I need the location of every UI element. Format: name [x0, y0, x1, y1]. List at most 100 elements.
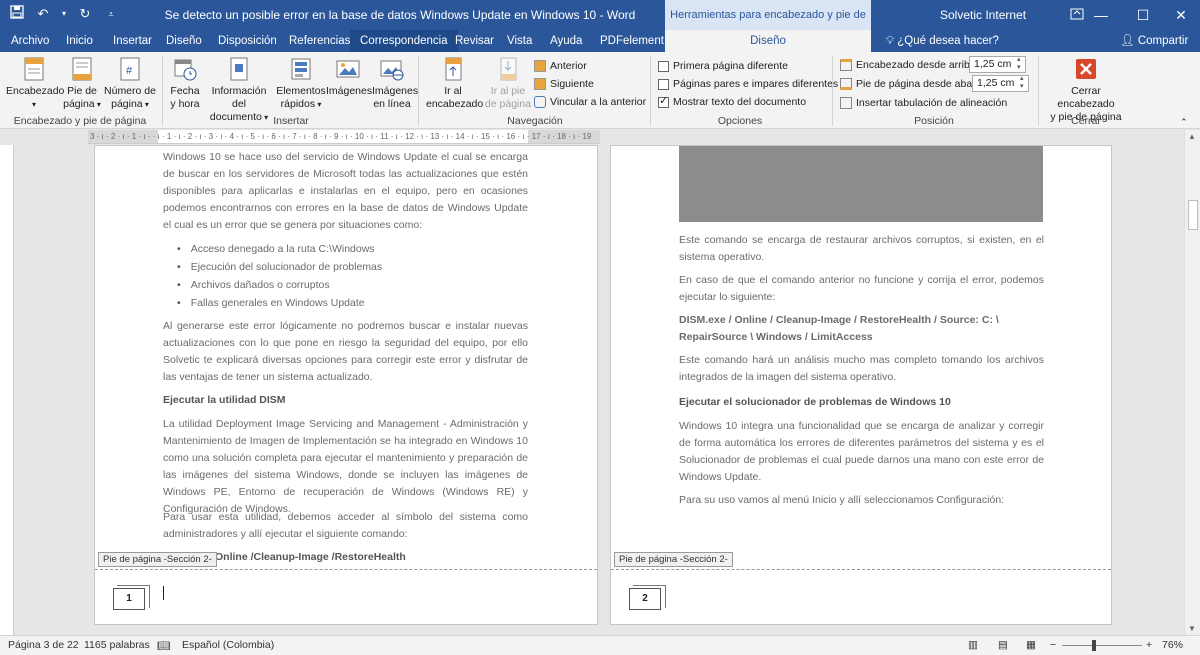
tab-context-diseno[interactable]: Diseño	[665, 30, 871, 52]
quick-parts-button[interactable]: Elementos rápidos ▾	[276, 56, 326, 111]
footer-button[interactable]: Pie de página ▾	[62, 56, 102, 111]
vertical-scrollbar[interactable]: ▲ ▼	[1184, 130, 1200, 635]
page-right[interactable]: Este comando se encarga de restaurar arc…	[610, 145, 1112, 625]
scroll-down-icon[interactable]: ▼	[1188, 624, 1196, 633]
list-item[interactable]: Ejecución del solucionador de problemas	[177, 258, 517, 276]
zoom-slider-thumb[interactable]	[1092, 640, 1096, 651]
minimize-icon[interactable]: —	[1078, 0, 1124, 30]
page-number-box[interactable]: 1	[113, 585, 150, 610]
paragraph[interactable]: En caso de que el comando anterior no fu…	[679, 272, 1044, 306]
tab-referencias[interactable]: Referencias	[289, 30, 350, 52]
tab-archivo[interactable]: Archivo	[11, 30, 49, 52]
go-to-footer-button[interactable]: Ir al pie de página	[484, 56, 532, 111]
alignment-tab-icon	[840, 97, 852, 109]
show-document-text-checkbox[interactable]: Mostrar texto del documento	[658, 94, 806, 110]
page-number-button[interactable]: # Número de página ▾	[104, 56, 156, 111]
next-label: Siguiente	[550, 78, 594, 90]
page-number-box[interactable]: 2	[629, 585, 666, 610]
paragraph[interactable]: Para su uso vamos al menú Inicio y allí …	[679, 492, 1044, 509]
heading[interactable]: Ejecutar la utilidad DISM	[163, 392, 528, 409]
next-button[interactable]: Siguiente	[534, 76, 594, 92]
save-icon[interactable]	[8, 5, 26, 23]
link-to-previous-button[interactable]: Vincular a la anterior	[534, 94, 646, 110]
tab-inicio[interactable]: Inicio	[66, 30, 93, 52]
page-left[interactable]: Windows 10 se hace uso del servicio de W…	[94, 145, 598, 625]
undo-icon[interactable]: ↶	[34, 5, 52, 23]
web-layout-icon[interactable]: ▦	[1026, 639, 1036, 651]
tab-correspondencia[interactable]: Correspondencia	[350, 30, 458, 52]
paragraph[interactable]: Al generarse este error lógicamente no p…	[163, 318, 528, 386]
heading[interactable]: Ejecutar el solucionador de problemas de…	[679, 394, 1044, 411]
word-count[interactable]: 1165 palabras	[84, 639, 150, 651]
pictures-button[interactable]: Imágenes	[326, 56, 372, 98]
tab-revisar[interactable]: Revisar	[455, 30, 494, 52]
user-name[interactable]: Solvetic Internet	[940, 8, 1026, 22]
different-first-page-checkbox[interactable]: Primera página diferente	[658, 58, 788, 74]
list-item[interactable]: Fallas generales en Windows Update	[177, 294, 517, 312]
document-area[interactable]: Windows 10 se hace uso del servicio de W…	[14, 145, 1184, 635]
document-info-button[interactable]: Información del documento ▾	[204, 56, 274, 124]
previous-button[interactable]: Anterior	[534, 58, 587, 74]
collapse-ribbon-icon[interactable]: ⌃	[1180, 114, 1188, 130]
zoom-level[interactable]: 76%	[1162, 639, 1183, 651]
command-text[interactable]: DISM.exe / Online / Cleanup-Image / Rest…	[679, 312, 1044, 346]
customize-qat-icon[interactable]: ⩡	[102, 5, 120, 23]
tab-disposicion[interactable]: Disposición	[218, 30, 277, 52]
previous-label: Anterior	[550, 60, 587, 72]
share-button[interactable]: 👤︎ Compartir	[1120, 30, 1188, 52]
paragraph[interactable]: Windows 10 integra una funcionalidad que…	[679, 418, 1044, 486]
read-mode-icon[interactable]: ▥	[968, 639, 978, 651]
list-item[interactable]: Archivos dañados o corruptos	[177, 276, 517, 294]
date-time-button[interactable]: Fecha y hora	[168, 56, 202, 111]
footer-icon	[72, 57, 92, 81]
footer-from-bottom-input[interactable]: 1,25 cm	[972, 75, 1029, 92]
scroll-thumb[interactable]	[1188, 200, 1198, 230]
tab-vista[interactable]: Vista	[507, 30, 532, 52]
redo-icon[interactable]: ↻	[76, 5, 94, 23]
paragraph[interactable]: Este comando hará un análisis mucho mas …	[679, 352, 1044, 386]
zoom-slider-track[interactable]	[1062, 645, 1142, 646]
tab-ayuda[interactable]: Ayuda	[550, 30, 582, 52]
page-count[interactable]: Página 3 de 22	[8, 639, 79, 651]
online-pictures-button[interactable]: Imágenes en línea	[372, 56, 418, 111]
undo-dropdown-icon[interactable]: ▾	[60, 5, 68, 23]
close-header-footer-button[interactable]: Cerrar encabezado y pie de página	[1042, 56, 1130, 124]
close-window-icon[interactable]: ✕	[1158, 0, 1200, 30]
scroll-up-icon[interactable]: ▲	[1188, 132, 1196, 141]
bullet-list[interactable]: Acceso denegado a la ruta C:\Windows Eje…	[177, 240, 517, 312]
print-layout-icon[interactable]: ▤	[998, 639, 1008, 651]
paragraph[interactable]: La utilidad Deployment Image Servicing a…	[163, 416, 528, 518]
context-tools-title: Herramientas para encabezado y pie de pá…	[665, 0, 871, 51]
zoom-in-icon[interactable]: +	[1146, 639, 1152, 651]
paragraph[interactable]: Este comando se encarga de restaurar arc…	[679, 232, 1044, 266]
paragraph[interactable]: Windows 10 se hace uso del servicio de W…	[163, 149, 528, 234]
tell-me-box[interactable]: 💡︎ ¿Qué desea hacer?	[886, 30, 999, 52]
tab-insertar[interactable]: Insertar	[113, 30, 152, 52]
link-to-previous-label: Vincular a la anterior	[550, 96, 647, 108]
go-to-header-button[interactable]: Ir al encabezado	[426, 56, 483, 111]
paragraph[interactable]: Para usar esta utilidad, debemos acceder…	[163, 509, 528, 543]
header-button[interactable]: Encabezado ▾	[6, 56, 64, 111]
command-text[interactable]: Online /Cleanup-Image /RestoreHealth	[215, 549, 515, 566]
proofing-icon[interactable]: 📖︎	[157, 639, 170, 652]
group-label-close: Cerrar	[1071, 115, 1101, 127]
zoom-out-icon[interactable]: −	[1050, 639, 1056, 651]
vertical-ruler[interactable]	[0, 145, 14, 635]
different-first-page-label: Primera página diferente	[673, 60, 788, 72]
language[interactable]: Español (Colombia)	[182, 639, 274, 651]
odd-even-pages-checkbox[interactable]: Páginas pares e impares diferentes	[658, 76, 838, 92]
tell-me-text: ¿Qué desea hacer?	[897, 35, 999, 47]
go-to-footer-label-2: de página	[484, 98, 532, 110]
header-from-top-input[interactable]: 1,25 cm	[969, 56, 1026, 73]
horizontal-ruler[interactable]: 3 · ı · 2 · ı · 1 · ı · · ı · 1 · ı · 2 …	[88, 130, 600, 144]
list-item[interactable]: Acceso denegado a la ruta C:\Windows	[177, 240, 517, 258]
quick-parts-label-2: rápidos	[280, 98, 316, 110]
footer-position-icon	[840, 78, 852, 90]
next-icon	[534, 78, 546, 90]
tab-diseno[interactable]: Diseño	[166, 30, 202, 52]
group-separator	[650, 56, 651, 126]
document-info-label-1: Información del	[211, 85, 267, 110]
insert-alignment-tab-button[interactable]: Insertar tabulación de alineación	[840, 95, 1007, 111]
tab-pdfelement[interactable]: PDFelement	[600, 30, 664, 52]
header-icon	[24, 57, 44, 81]
